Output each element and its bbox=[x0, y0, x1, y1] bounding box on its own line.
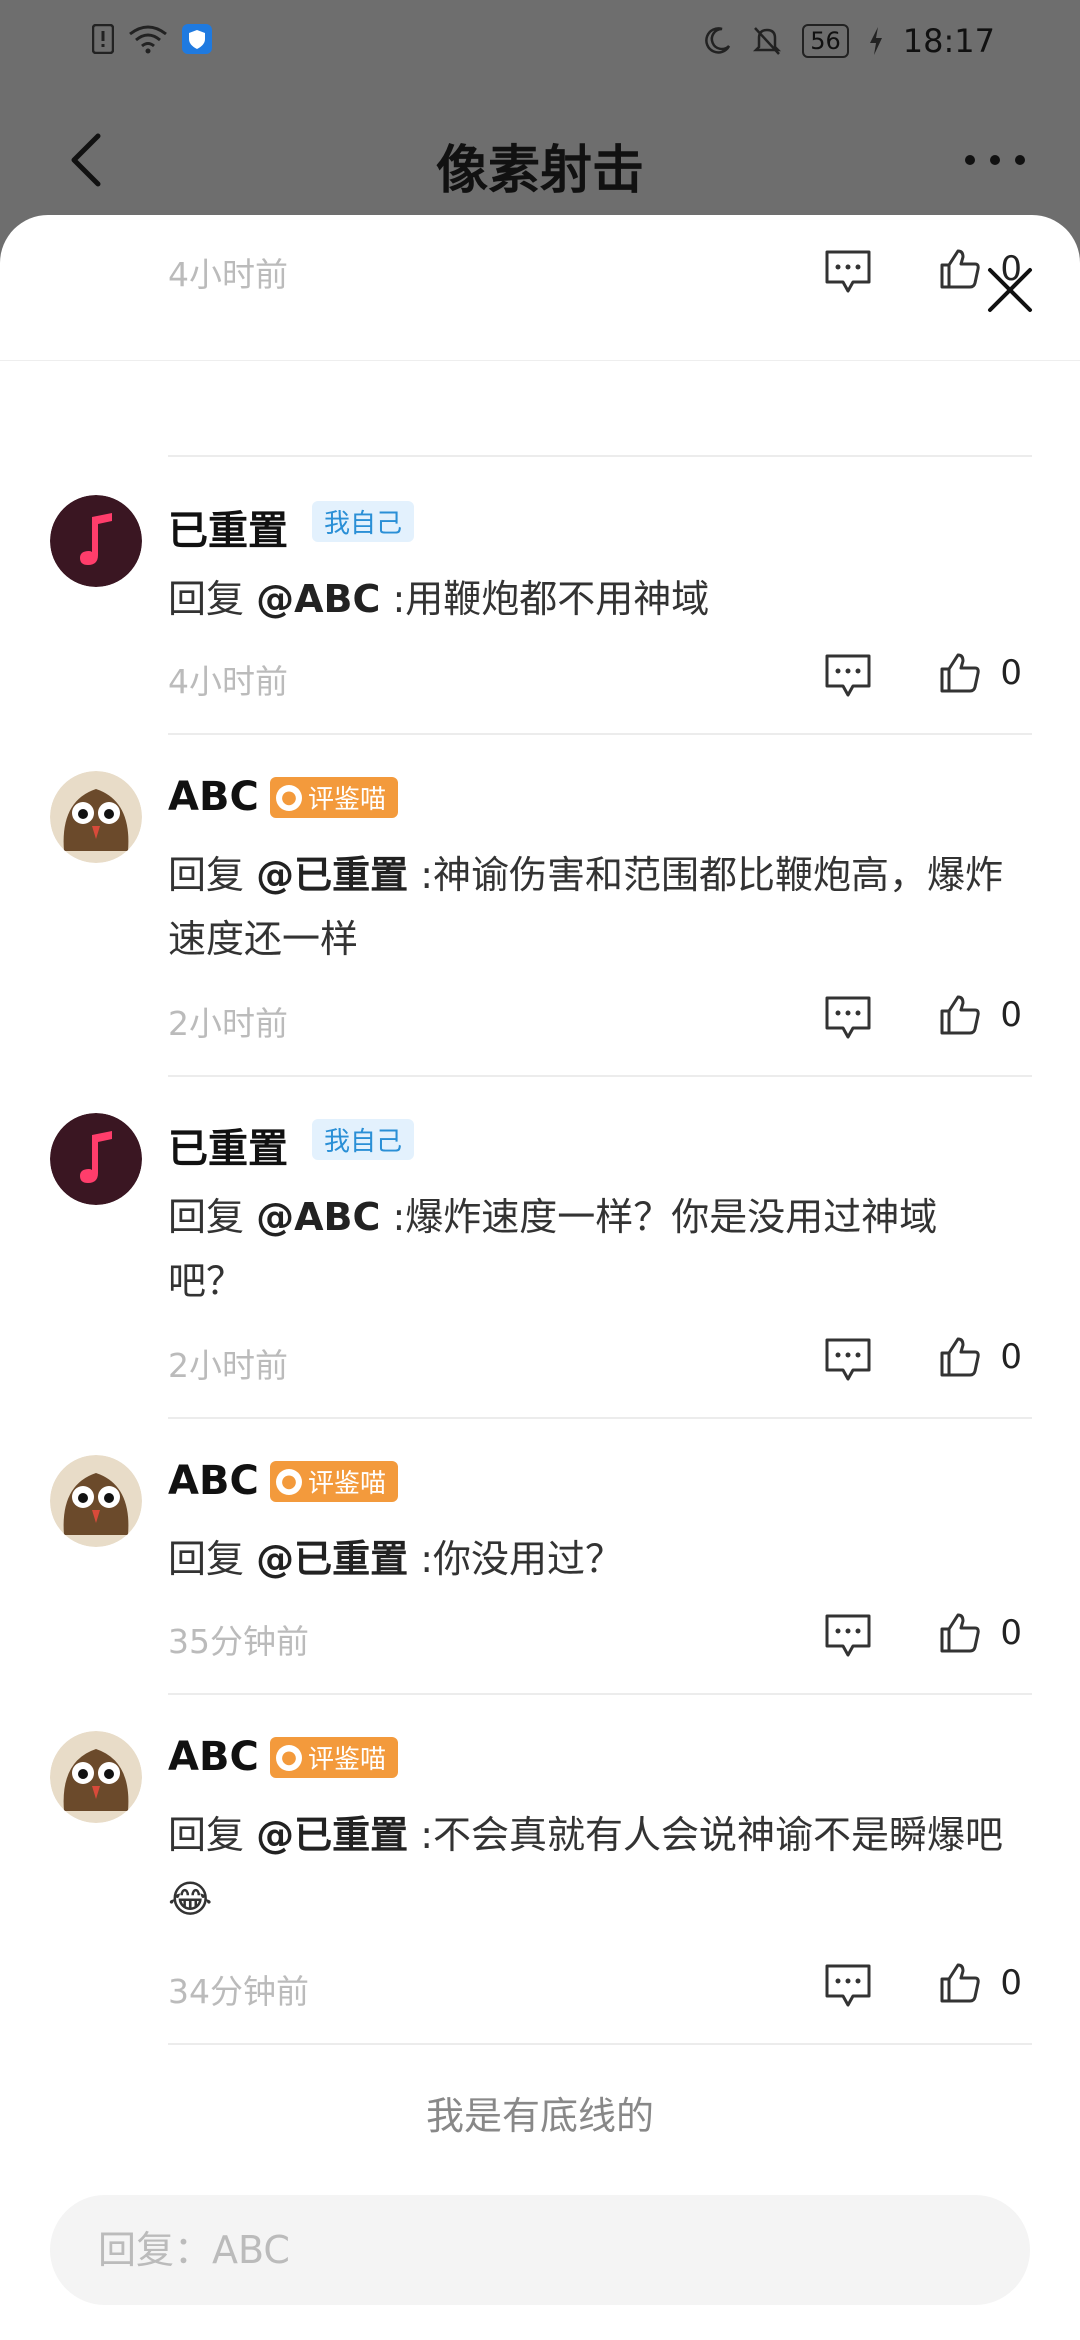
reviewer-badge: ● 评鉴喵 bbox=[270, 777, 399, 818]
comment-text: 回复 @ABC :爆炸速度一样？你是没用过神域吧？ bbox=[168, 1195, 938, 1303]
owl-avatar-icon bbox=[50, 1455, 142, 1547]
music-note-avatar-icon bbox=[50, 1113, 142, 1205]
like-count: 0 bbox=[1000, 1963, 1022, 2003]
username[interactable]: 已重置 bbox=[168, 1116, 288, 1174]
music-note-avatar-icon bbox=[50, 495, 142, 587]
comment-text: 回复 @已重置 :神谕伤害和范围都比鞭炮高，爆炸速度还一样 bbox=[168, 853, 1003, 961]
like-button[interactable]: 0 bbox=[938, 651, 1022, 695]
avatar[interactable] bbox=[50, 771, 142, 863]
sim-alert-icon bbox=[92, 24, 114, 54]
status-icons-right: 56 18:17 bbox=[702, 22, 995, 60]
mute-bell-icon bbox=[753, 27, 782, 55]
reviewer-badge: ● 评鉴喵 bbox=[270, 1461, 399, 1502]
like-count: 0 bbox=[1000, 653, 1022, 693]
end-of-list-note: 我是有底线的 bbox=[425, 2094, 654, 2138]
comment-text: 回复 @ABC :用鞭炮都不用神域 bbox=[168, 577, 710, 621]
thumbs-up-icon bbox=[940, 995, 981, 1035]
thumbs-up-icon bbox=[940, 1963, 981, 2003]
mention-link[interactable]: @已重置 bbox=[256, 853, 408, 897]
comment-time: 2小时前 bbox=[168, 1346, 288, 1385]
divider bbox=[168, 1075, 1032, 1077]
reviewer-badge-icon: ● bbox=[276, 1744, 302, 1771]
divider bbox=[168, 455, 1032, 457]
battery-level: 56 bbox=[802, 24, 849, 58]
reply-icon[interactable] bbox=[823, 994, 873, 1042]
like-button[interactable]: 0 bbox=[938, 1335, 1022, 1379]
username[interactable]: 已重置 bbox=[168, 498, 288, 556]
mention-link[interactable]: @已重置 bbox=[256, 1813, 408, 1857]
avatar[interactable] bbox=[50, 495, 142, 587]
avatar[interactable] bbox=[50, 1113, 142, 1205]
thumbs-up-icon bbox=[940, 1613, 981, 1653]
reply-icon[interactable] bbox=[823, 1962, 873, 2010]
reply-icon[interactable] bbox=[823, 652, 873, 700]
charging-icon bbox=[869, 27, 882, 55]
like-button[interactable]: 0 bbox=[938, 993, 1022, 1037]
thumbs-up-icon bbox=[940, 249, 981, 289]
reply-input[interactable] bbox=[50, 2195, 1030, 2305]
like-button[interactable]: 0 bbox=[938, 247, 1022, 291]
status-bar: 56 18:17 bbox=[0, 0, 1080, 84]
comment-text: 回复 @已重置 :不会真就有人会说神谕不是瞬爆吧😂 bbox=[168, 1813, 1003, 1921]
clock: 18:17 bbox=[902, 22, 995, 60]
mention-link[interactable]: @ABC bbox=[256, 1195, 380, 1239]
divider bbox=[168, 2043, 1032, 2045]
username[interactable]: ABC bbox=[168, 774, 259, 820]
status-icons-left bbox=[92, 24, 212, 54]
like-button[interactable]: 0 bbox=[938, 1611, 1022, 1655]
like-button[interactable]: 0 bbox=[938, 1961, 1022, 2005]
self-badge: 我自己 bbox=[312, 501, 415, 542]
comment-time: 2小时前 bbox=[168, 1004, 288, 1043]
divider bbox=[168, 1693, 1032, 1695]
divider bbox=[168, 1417, 1032, 1419]
thumbs-up-icon bbox=[940, 1337, 981, 1377]
owl-avatar-icon bbox=[50, 771, 142, 863]
thumbs-up-icon bbox=[940, 653, 981, 693]
reviewer-badge-icon: ● bbox=[276, 784, 302, 811]
avatar[interactable] bbox=[50, 1731, 142, 1823]
comment-text: 回复 @已重置 :你没用过？ bbox=[168, 1537, 623, 1581]
like-count: 0 bbox=[1000, 1337, 1022, 1377]
shield-icon bbox=[182, 24, 212, 54]
comment-time: 35分钟前 bbox=[168, 1622, 309, 1661]
owl-avatar-icon bbox=[50, 1731, 142, 1823]
self-badge: 我自己 bbox=[312, 1119, 415, 1160]
mention-link[interactable]: @已重置 bbox=[256, 1537, 408, 1581]
more-options-button[interactable] bbox=[960, 140, 1030, 180]
comment-time: 34分钟前 bbox=[168, 1972, 309, 2011]
mention-link[interactable]: @ABC bbox=[256, 577, 380, 621]
reply-icon[interactable] bbox=[823, 248, 873, 296]
sheet-header bbox=[0, 215, 1080, 361]
username[interactable]: ABC bbox=[168, 1734, 259, 1780]
comments-sheet: 4小时前 0 已重置 我自己 回复 @ABC :用鞭炮都不用神域 4小时前 0 … bbox=[0, 215, 1080, 2340]
username[interactable]: ABC bbox=[168, 1458, 259, 1504]
like-count: 0 bbox=[1000, 1613, 1022, 1653]
reply-icon[interactable] bbox=[823, 1336, 873, 1384]
reviewer-badge-icon: ● bbox=[276, 1468, 302, 1495]
page-title: 像素射击 bbox=[435, 141, 644, 201]
wifi-icon bbox=[129, 25, 167, 54]
comment-time: 4小时前 bbox=[168, 662, 288, 701]
reviewer-badge: ● 评鉴喵 bbox=[270, 1737, 399, 1778]
like-count: 0 bbox=[1000, 995, 1022, 1035]
comment-time: 4小时前 bbox=[168, 255, 288, 294]
divider bbox=[168, 733, 1032, 735]
moon-icon bbox=[705, 27, 731, 54]
title-bar: 像素射击 bbox=[0, 100, 1080, 220]
reply-icon[interactable] bbox=[823, 1612, 873, 1660]
like-count: 0 bbox=[1000, 249, 1022, 289]
avatar[interactable] bbox=[50, 1455, 142, 1547]
